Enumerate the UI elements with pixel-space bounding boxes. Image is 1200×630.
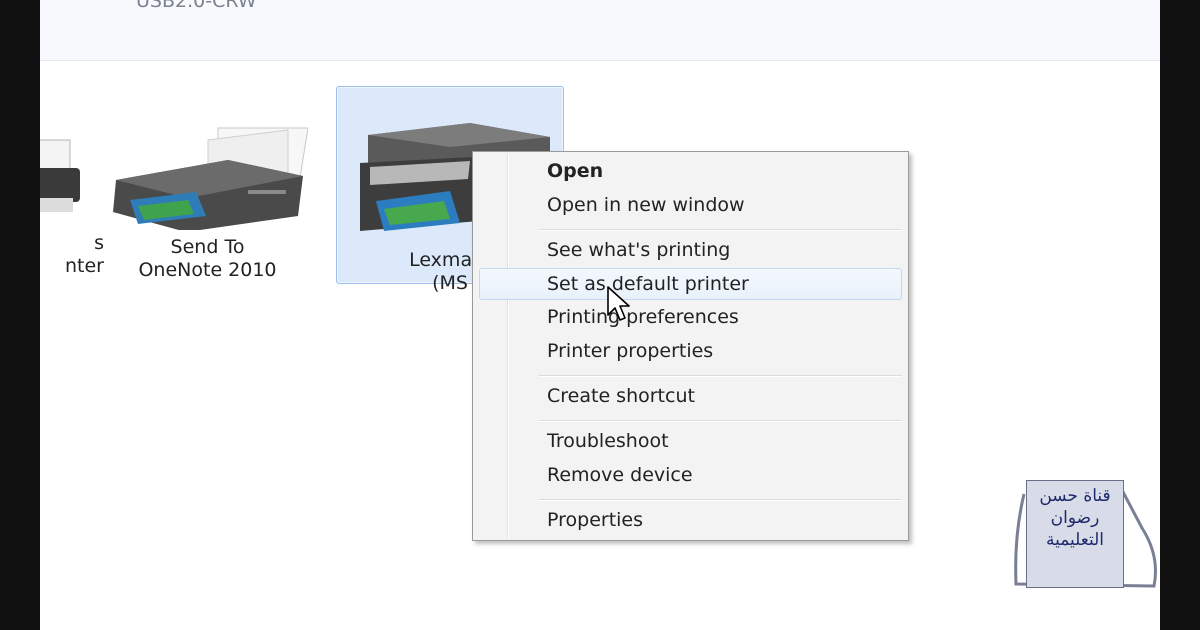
mouse-pointer-icon — [607, 286, 630, 321]
channel-watermark: قناة حسن رضوان التعليمية — [1026, 480, 1124, 588]
menu-separator — [539, 229, 902, 231]
printer-icon — [112, 127, 309, 232]
menu-item-printer-properties[interactable]: Printer properties — [547, 336, 713, 366]
menu-separator — [539, 420, 902, 422]
device-send-to-onenote[interactable]: Send To OneNote 2010 — [100, 120, 315, 282]
device-label-usb2-crw[interactable]: USB2.0-CRW — [136, 0, 257, 12]
device-onenote-line2: OneNote 2010 — [138, 259, 277, 281]
context-menu: Open Open in new window See what's print… — [472, 151, 909, 541]
menu-item-open-new-window[interactable]: Open in new window — [547, 190, 745, 220]
device-onenote-line1: Send To — [170, 236, 245, 258]
watermark-text: قناة حسن رضوان التعليمية — [1039, 486, 1111, 550]
menu-item-create-shortcut[interactable]: Create shortcut — [547, 381, 695, 411]
menu-separator — [539, 375, 902, 377]
device-partial-line2: nter — [65, 255, 104, 277]
menu-separator — [539, 499, 902, 501]
menu-item-see-whats-printing[interactable]: See what's printing — [547, 235, 730, 265]
left-letterbox — [0, 0, 40, 630]
menu-item-properties[interactable]: Properties — [547, 505, 643, 535]
menu-item-troubleshoot[interactable]: Troubleshoot — [547, 426, 669, 456]
right-letterbox — [1160, 0, 1200, 630]
menu-item-printing-preferences[interactable]: Printing preferences — [547, 302, 739, 332]
menu-item-set-default-printer[interactable]: Set as default printer — [547, 269, 749, 299]
devices-header-strip: USB2.0-CRW — [40, 0, 1160, 61]
device-partial-line1: s — [94, 232, 104, 254]
menu-item-remove-device[interactable]: Remove device — [547, 460, 693, 490]
menu-icon-gutter — [507, 154, 509, 538]
menu-item-open[interactable]: Open — [547, 156, 603, 186]
